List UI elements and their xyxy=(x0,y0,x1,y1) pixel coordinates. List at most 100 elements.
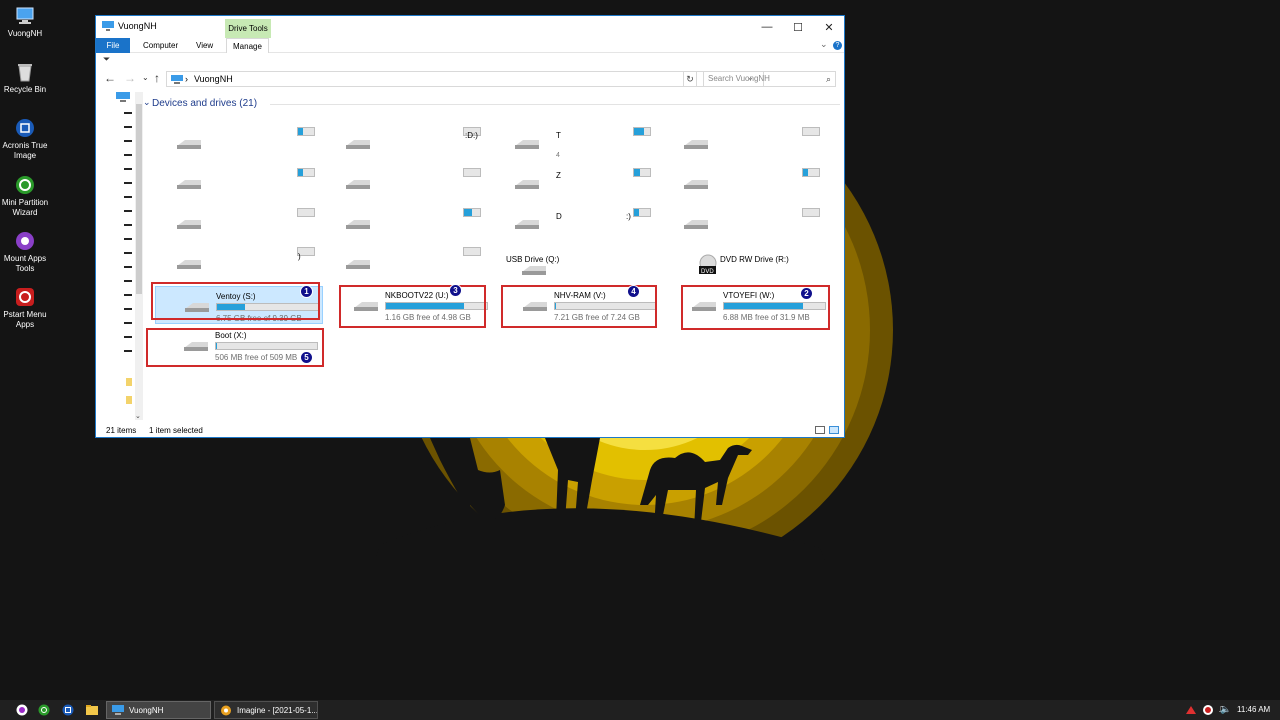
nav-item[interactable] xyxy=(124,238,132,240)
selection-count: 1 item selected xyxy=(149,426,203,435)
nav-item[interactable] xyxy=(124,308,132,310)
drive-icon[interactable] xyxy=(513,138,541,150)
drive-icon[interactable] xyxy=(175,218,203,230)
desktop-icon-recycle-bin[interactable]: Recycle Bin xyxy=(0,62,50,95)
nav-item[interactable] xyxy=(124,294,132,296)
scroll-down-icon[interactable]: ⌄ xyxy=(135,412,141,420)
tray-app-icon[interactable] xyxy=(1203,705,1213,715)
drive-usage-fill xyxy=(634,169,641,176)
imagine-icon xyxy=(221,705,231,716)
number-badge: 2 xyxy=(800,287,813,300)
large-icons-view-icon[interactable] xyxy=(829,426,839,434)
partition-wizard-icon[interactable] xyxy=(38,704,50,716)
tab-manage[interactable]: Manage xyxy=(226,38,269,53)
tab-view[interactable]: View xyxy=(196,38,213,53)
drive-icon[interactable] xyxy=(344,138,372,150)
start-icon[interactable] xyxy=(16,704,28,716)
highlight-box-boot xyxy=(146,328,324,367)
quick-access-toolbar-icon[interactable]: ⏷ xyxy=(103,54,110,65)
minimize-button[interactable]: — xyxy=(752,16,782,38)
desktop-icon-partition-wizard[interactable]: Mini Partition Wizard xyxy=(0,175,50,218)
navigation-bar: ← → ⌄ ↑ › VuongNH ⌄ ↻ Search VuongNH ⌕ xyxy=(96,68,844,90)
search-input[interactable]: Search VuongNH xyxy=(708,74,770,83)
recent-locations-button[interactable]: ⌄ xyxy=(142,73,149,82)
search-box[interactable]: Search VuongNH ⌕ xyxy=(703,71,836,87)
help-icon[interactable]: ? xyxy=(833,41,842,50)
drive-icon[interactable] xyxy=(513,218,541,230)
nav-item[interactable] xyxy=(124,336,132,338)
nav-scrollbar-thumb[interactable] xyxy=(136,104,142,294)
partition-wizard-icon xyxy=(15,175,35,195)
desktop-icon-mount-apps[interactable]: Mount Apps Tools xyxy=(0,231,50,274)
drive-icon[interactable] xyxy=(175,138,203,150)
drive-icon[interactable] xyxy=(682,218,710,230)
drive-usage-fill xyxy=(298,128,303,135)
folder-icon xyxy=(126,378,132,386)
nav-item[interactable] xyxy=(124,182,132,184)
nav-item[interactable] xyxy=(124,210,132,212)
desktop-icon-acronis[interactable]: Acronis True Image xyxy=(0,118,50,161)
refresh-button[interactable]: ↻ xyxy=(683,71,697,87)
drive-usage-bar xyxy=(633,208,651,217)
nav-item[interactable] xyxy=(124,322,132,324)
nav-item[interactable] xyxy=(124,252,132,254)
folder-icon xyxy=(126,396,132,404)
nav-item[interactable] xyxy=(124,112,132,114)
nav-item[interactable] xyxy=(124,196,132,198)
nav-item[interactable] xyxy=(124,168,132,170)
taskbar-button-imagine[interactable]: Imagine - [2021-05-1... xyxy=(214,701,318,719)
back-button[interactable]: ← xyxy=(104,71,116,85)
desktop-icon-computer[interactable]: VuongNH xyxy=(0,6,50,39)
desktop-icon-label: VuongNH xyxy=(7,29,43,38)
drive-icon[interactable] xyxy=(513,178,541,190)
address-bar[interactable]: › VuongNH ⌄ xyxy=(166,71,764,87)
drive-icon[interactable] xyxy=(344,178,372,190)
title-bar[interactable]: VuongNH Drive Tools — ☐ ✕ xyxy=(96,16,844,38)
highlight-box-nkbootv22 xyxy=(339,285,486,328)
group-header[interactable]: Devices and drives (21) xyxy=(152,98,257,109)
tab-file[interactable]: File xyxy=(96,38,130,53)
drive-icon[interactable] xyxy=(175,258,203,270)
volume-icon[interactable]: 🔈 xyxy=(1220,704,1231,715)
usb-drive-icon xyxy=(522,266,546,275)
address-text: VuongNH xyxy=(194,74,233,84)
drive-icon[interactable] xyxy=(344,258,372,270)
nav-item[interactable] xyxy=(124,350,132,352)
desktop-icon-label: Mount Apps Tools xyxy=(3,254,47,273)
drive-usage-bar xyxy=(633,127,651,136)
nav-item[interactable] xyxy=(124,280,132,282)
taskbar-button-explorer[interactable]: VuongNH xyxy=(106,701,211,719)
drive-icon[interactable] xyxy=(682,138,710,150)
address-separator: › xyxy=(185,74,188,84)
file-explorer-icon[interactable] xyxy=(86,704,98,716)
up-button[interactable]: ↑ xyxy=(154,71,160,85)
drive-icon[interactable] xyxy=(175,178,203,190)
computer-icon xyxy=(15,6,35,26)
maximize-button[interactable]: ☐ xyxy=(783,16,813,38)
close-button[interactable]: ✕ xyxy=(814,16,844,38)
nav-item[interactable] xyxy=(124,224,132,226)
collapse-group-icon[interactable]: ⌄ xyxy=(143,97,151,108)
nav-item[interactable] xyxy=(124,126,132,128)
clock[interactable]: 11:46 AM xyxy=(1237,705,1270,714)
this-pc-icon xyxy=(171,75,183,84)
acronis-icon[interactable] xyxy=(62,704,74,716)
nav-item[interactable] xyxy=(124,140,132,142)
details-view-icon[interactable] xyxy=(815,426,825,434)
drive-usage-fill xyxy=(803,169,808,176)
drive-tile-usb-q[interactable]: USB Drive (Q:) xyxy=(493,250,661,288)
tray-arrow-icon[interactable] xyxy=(1186,706,1196,714)
tab-computer[interactable]: Computer xyxy=(143,38,178,53)
nav-item[interactable] xyxy=(124,154,132,156)
ribbon-expand-icon[interactable]: ⌄ xyxy=(820,39,828,50)
drive-usage-bar xyxy=(633,168,651,177)
drive-icon[interactable] xyxy=(682,178,710,190)
forward-button[interactable]: → xyxy=(124,71,136,85)
number-badge: 1 xyxy=(300,285,313,298)
mount-apps-icon xyxy=(15,231,35,251)
drive-icon[interactable] xyxy=(344,218,372,230)
desktop-icon-pstart[interactable]: Pstart Menu Apps xyxy=(0,287,50,330)
this-pc-icon xyxy=(102,21,114,31)
nav-item[interactable] xyxy=(124,266,132,268)
drive-tile-dvd-r[interactable]: DVD DVD RW Drive (R:) xyxy=(663,250,831,288)
